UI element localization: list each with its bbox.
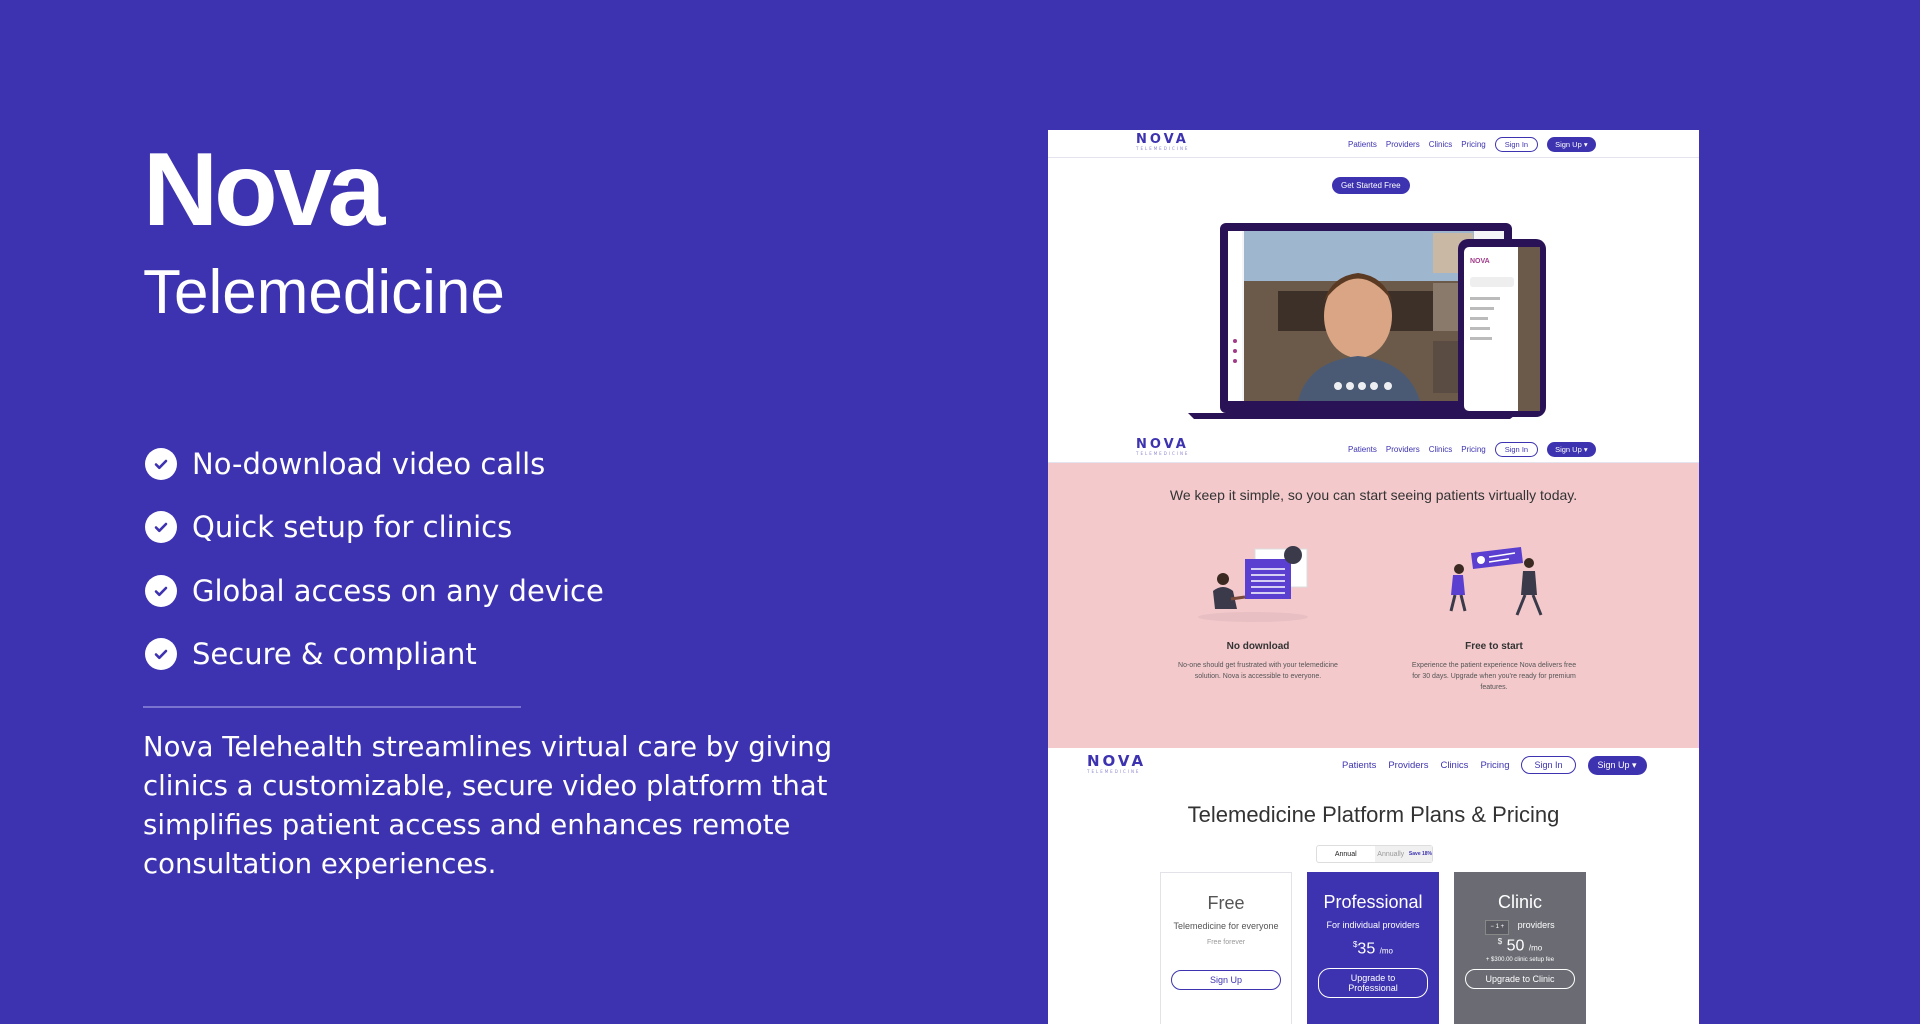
plan-subtitle: − 1 + providers xyxy=(1454,919,1586,935)
hero-section: Get Started Free NOVA xyxy=(1048,158,1699,435)
plan-note: + $300.00 clinic setup fee xyxy=(1485,957,1555,964)
download-illustration xyxy=(1198,546,1308,622)
sign-up-button[interactable]: Sign Up ▾ xyxy=(1547,441,1596,457)
sign-up-button[interactable]: Sign Up ▾ xyxy=(1587,755,1647,775)
upgrade-clinic-button[interactable]: Upgrade to Clinic xyxy=(1465,969,1575,990)
toggle-annual[interactable]: Annual xyxy=(1317,846,1375,862)
plan-subtitle: Telemedicine for everyone xyxy=(1173,921,1279,931)
sign-in-button[interactable]: Sign In xyxy=(1494,136,1539,152)
sign-up-plan-button[interactable]: Sign Up xyxy=(1171,970,1281,990)
feature-item: Global access on any device xyxy=(145,559,604,623)
brand-subtitle: Telemedicine xyxy=(143,258,505,327)
plan-price: $ 50 /mo xyxy=(1497,937,1543,955)
nav-link-patients[interactable]: Patients xyxy=(1342,760,1376,771)
nav-link-clinics[interactable]: Clinics xyxy=(1440,760,1468,771)
billing-toggle[interactable]: Annual Annually Save 18% xyxy=(1316,845,1433,863)
feature-text: Secure & compliant xyxy=(192,637,477,672)
check-circle-icon xyxy=(145,447,177,480)
divider xyxy=(143,706,521,708)
svg-text:NOVA: NOVA xyxy=(1470,258,1490,265)
feature-text: No-download video calls xyxy=(192,446,546,481)
toggle-annually[interactable]: Annually Save 18% xyxy=(1374,846,1432,862)
plan-card-free: Free Telemedicine for everyone Free fore… xyxy=(1160,872,1292,1024)
feature-text: Experience the patient experience Nova d… xyxy=(1411,662,1577,691)
site-nav: NOVA TELEMEDICINE Patients Providers Clin… xyxy=(1048,130,1699,158)
plan-name: Professional xyxy=(1323,892,1423,912)
sign-in-button[interactable]: Sign In xyxy=(1521,756,1576,774)
sign-up-button[interactable]: Sign Up ▾ xyxy=(1547,136,1596,152)
plan-note: Free forever xyxy=(1206,939,1246,946)
provider-stepper[interactable]: − 1 + xyxy=(1485,920,1510,935)
brand-title: Nova xyxy=(143,132,385,248)
feature-text: Quick setup for clinics xyxy=(192,510,513,545)
nav-link-clinics[interactable]: Clinics xyxy=(1429,445,1453,454)
sign-in-button[interactable]: Sign In xyxy=(1494,441,1539,457)
feature-text: Global access on any device xyxy=(192,573,604,608)
plan-name: Free xyxy=(1207,893,1245,913)
check-circle-icon xyxy=(145,511,177,544)
plan-card-professional: Professional For individual providers $3… xyxy=(1307,872,1439,1024)
plan-name: Clinic xyxy=(1497,892,1542,912)
feature-title: Free to start xyxy=(1465,641,1523,652)
website-preview: NOVA TELEMEDICINE Patients Providers Clin… xyxy=(1048,130,1699,1024)
plan-card-clinic: Clinic − 1 + providers $ 50 /mo + $300.0… xyxy=(1454,872,1586,1024)
nova-logo[interactable]: NOVA TELEMEDICINE xyxy=(1087,754,1146,774)
nav-link-pricing[interactable]: Pricing xyxy=(1461,140,1485,149)
upgrade-professional-button[interactable]: Upgrade to Professional xyxy=(1318,968,1428,999)
simple-title: We keep it simple, so you can start seei… xyxy=(1169,487,1578,503)
simple-section: We keep it simple, so you can start seei… xyxy=(1048,463,1699,748)
nav-link-pricing[interactable]: Pricing xyxy=(1461,445,1485,454)
feature-free-start: Free to start Experience the patient exp… xyxy=(1409,543,1579,693)
nav-link-providers[interactable]: Providers xyxy=(1386,140,1420,149)
nav-link-pricing[interactable]: Pricing xyxy=(1480,760,1509,771)
check-circle-icon xyxy=(145,574,177,607)
feature-text: No-one should get frustrated with your t… xyxy=(1178,662,1338,680)
free-start-illustration xyxy=(1449,547,1543,616)
feature-list: No-download video calls Quick setup for … xyxy=(145,432,604,686)
plan-price: $35 /mo xyxy=(1352,940,1394,958)
feature-no-download: No download No-one should get frustrated… xyxy=(1173,543,1343,682)
nav-link-patients[interactable]: Patients xyxy=(1348,140,1377,149)
pricing-section: NOVA TELEMEDICINE Patients Providers Clin… xyxy=(1048,748,1699,1024)
description: Nova Telehealth streamlines virtual care… xyxy=(143,731,833,880)
feature-item: Quick setup for clinics xyxy=(145,496,604,560)
check-circle-icon xyxy=(145,638,177,671)
nova-logo[interactable]: NOVA TELEMEDICINE xyxy=(1136,438,1189,456)
feature-item: No-download video calls xyxy=(145,432,604,496)
site-nav: NOVA TELEMEDICINE Patients Providers Clin… xyxy=(1048,748,1699,782)
device-mockup-image: NOVA xyxy=(1188,223,1546,419)
site-nav: NOVA TELEMEDICINE Patients Providers Clin… xyxy=(1048,435,1699,463)
get-started-button[interactable]: Get Started Free xyxy=(1332,177,1410,194)
nav-link-clinics[interactable]: Clinics xyxy=(1429,140,1453,149)
feature-title: No download xyxy=(1226,641,1290,652)
nova-logo[interactable]: NOVA TELEMEDICINE xyxy=(1136,133,1189,151)
plan-subtitle: For individual providers xyxy=(1326,920,1420,930)
pricing-title: Telemedicine Platform Plans & Pricing xyxy=(1187,802,1560,827)
feature-item: Secure & compliant xyxy=(145,623,604,687)
nav-link-providers[interactable]: Providers xyxy=(1388,760,1428,771)
nav-link-providers[interactable]: Providers xyxy=(1386,445,1420,454)
nav-link-patients[interactable]: Patients xyxy=(1348,445,1377,454)
